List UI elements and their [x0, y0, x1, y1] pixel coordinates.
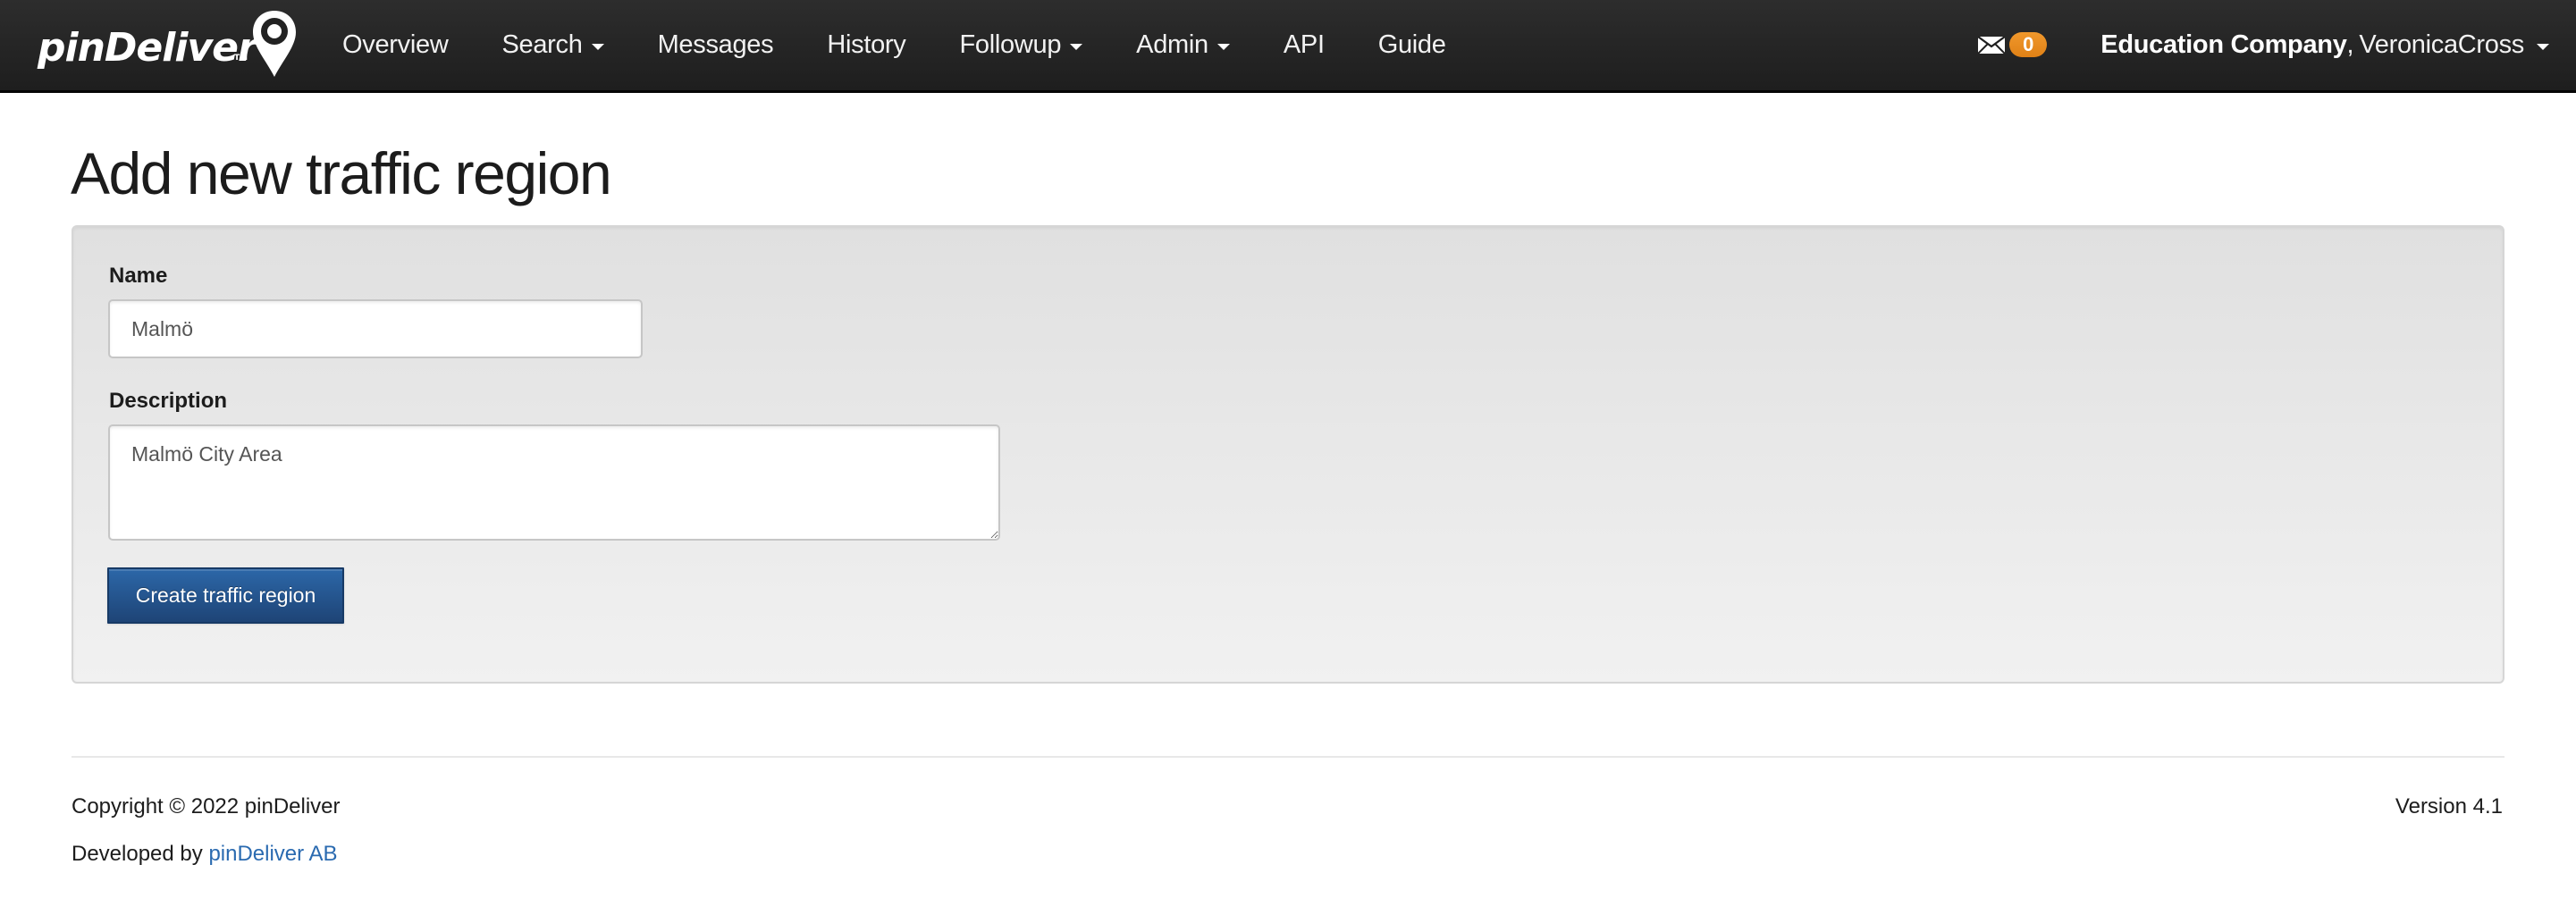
- envelope-icon: [1978, 36, 2006, 54]
- developed-by-prefix: Developed by: [72, 842, 209, 866]
- nav-label: Admin: [1136, 29, 1208, 59]
- main-nav: Overview Search Messages History Followu…: [316, 0, 1473, 89]
- nav-history[interactable]: History: [800, 0, 932, 89]
- map-pin-icon: [253, 11, 296, 77]
- nav-overview[interactable]: Overview: [316, 0, 475, 89]
- caret-down-icon: [591, 43, 604, 50]
- nav-right: 0 Education Company, VeronicaCross: [1960, 0, 2576, 89]
- nav-guide[interactable]: Guide: [1351, 0, 1473, 89]
- user-name: VeronicaCross: [2359, 29, 2524, 59]
- nav-label: API: [1283, 29, 1325, 59]
- user-account-menu[interactable]: Education Company, VeronicaCross: [2074, 0, 2576, 89]
- trademark-mark: TM: [234, 54, 248, 63]
- name-label: Name: [109, 264, 168, 288]
- nav-label: Guide: [1377, 29, 1446, 59]
- nav-search[interactable]: Search: [475, 0, 630, 89]
- nav-label: Search: [501, 29, 583, 59]
- nav-messages[interactable]: Messages: [631, 0, 801, 89]
- caret-down-icon: [2537, 43, 2549, 50]
- nav-label: History: [827, 29, 906, 59]
- create-traffic-region-button[interactable]: Create traffic region: [107, 567, 344, 624]
- nav-label: Overview: [342, 29, 449, 59]
- nav-api[interactable]: API: [1257, 0, 1351, 89]
- caret-down-icon: [1070, 43, 1083, 50]
- nav-label: Followup: [959, 29, 1062, 59]
- page-title: Add new traffic region: [71, 140, 612, 206]
- nav-followup[interactable]: Followup: [932, 0, 1109, 89]
- user-separator: ,: [2346, 29, 2354, 59]
- developed-by: Developed by pinDeliver AB: [72, 844, 338, 865]
- brand-logo-link[interactable]: pinDeliver TM: [36, 7, 304, 84]
- top-navbar: pinDeliver TM Overview Search Messages H…: [0, 0, 2576, 93]
- user-company: Education Company: [2100, 29, 2347, 59]
- copyright-text: Copyright © 2022 pinDeliver: [72, 794, 341, 818]
- version-text: Version 4.1: [2395, 794, 2503, 818]
- nav-admin[interactable]: Admin: [1109, 0, 1257, 89]
- footer-divider: [72, 756, 2504, 758]
- nav-label: Messages: [657, 29, 774, 59]
- caret-down-icon: [1216, 43, 1230, 50]
- developer-link[interactable]: pinDeliver AB: [208, 842, 337, 866]
- description-textarea[interactable]: Malmö City Area: [108, 424, 1000, 541]
- messages-inbox-button[interactable]: 0: [1960, 0, 2074, 89]
- name-input[interactable]: [108, 299, 643, 358]
- description-label: Description: [109, 389, 228, 413]
- traffic-region-form: Name Description Malmö City Area Create …: [72, 225, 2504, 684]
- brand-name: pinDeliver: [38, 25, 257, 71]
- unread-count-badge: 0: [2009, 32, 2048, 57]
